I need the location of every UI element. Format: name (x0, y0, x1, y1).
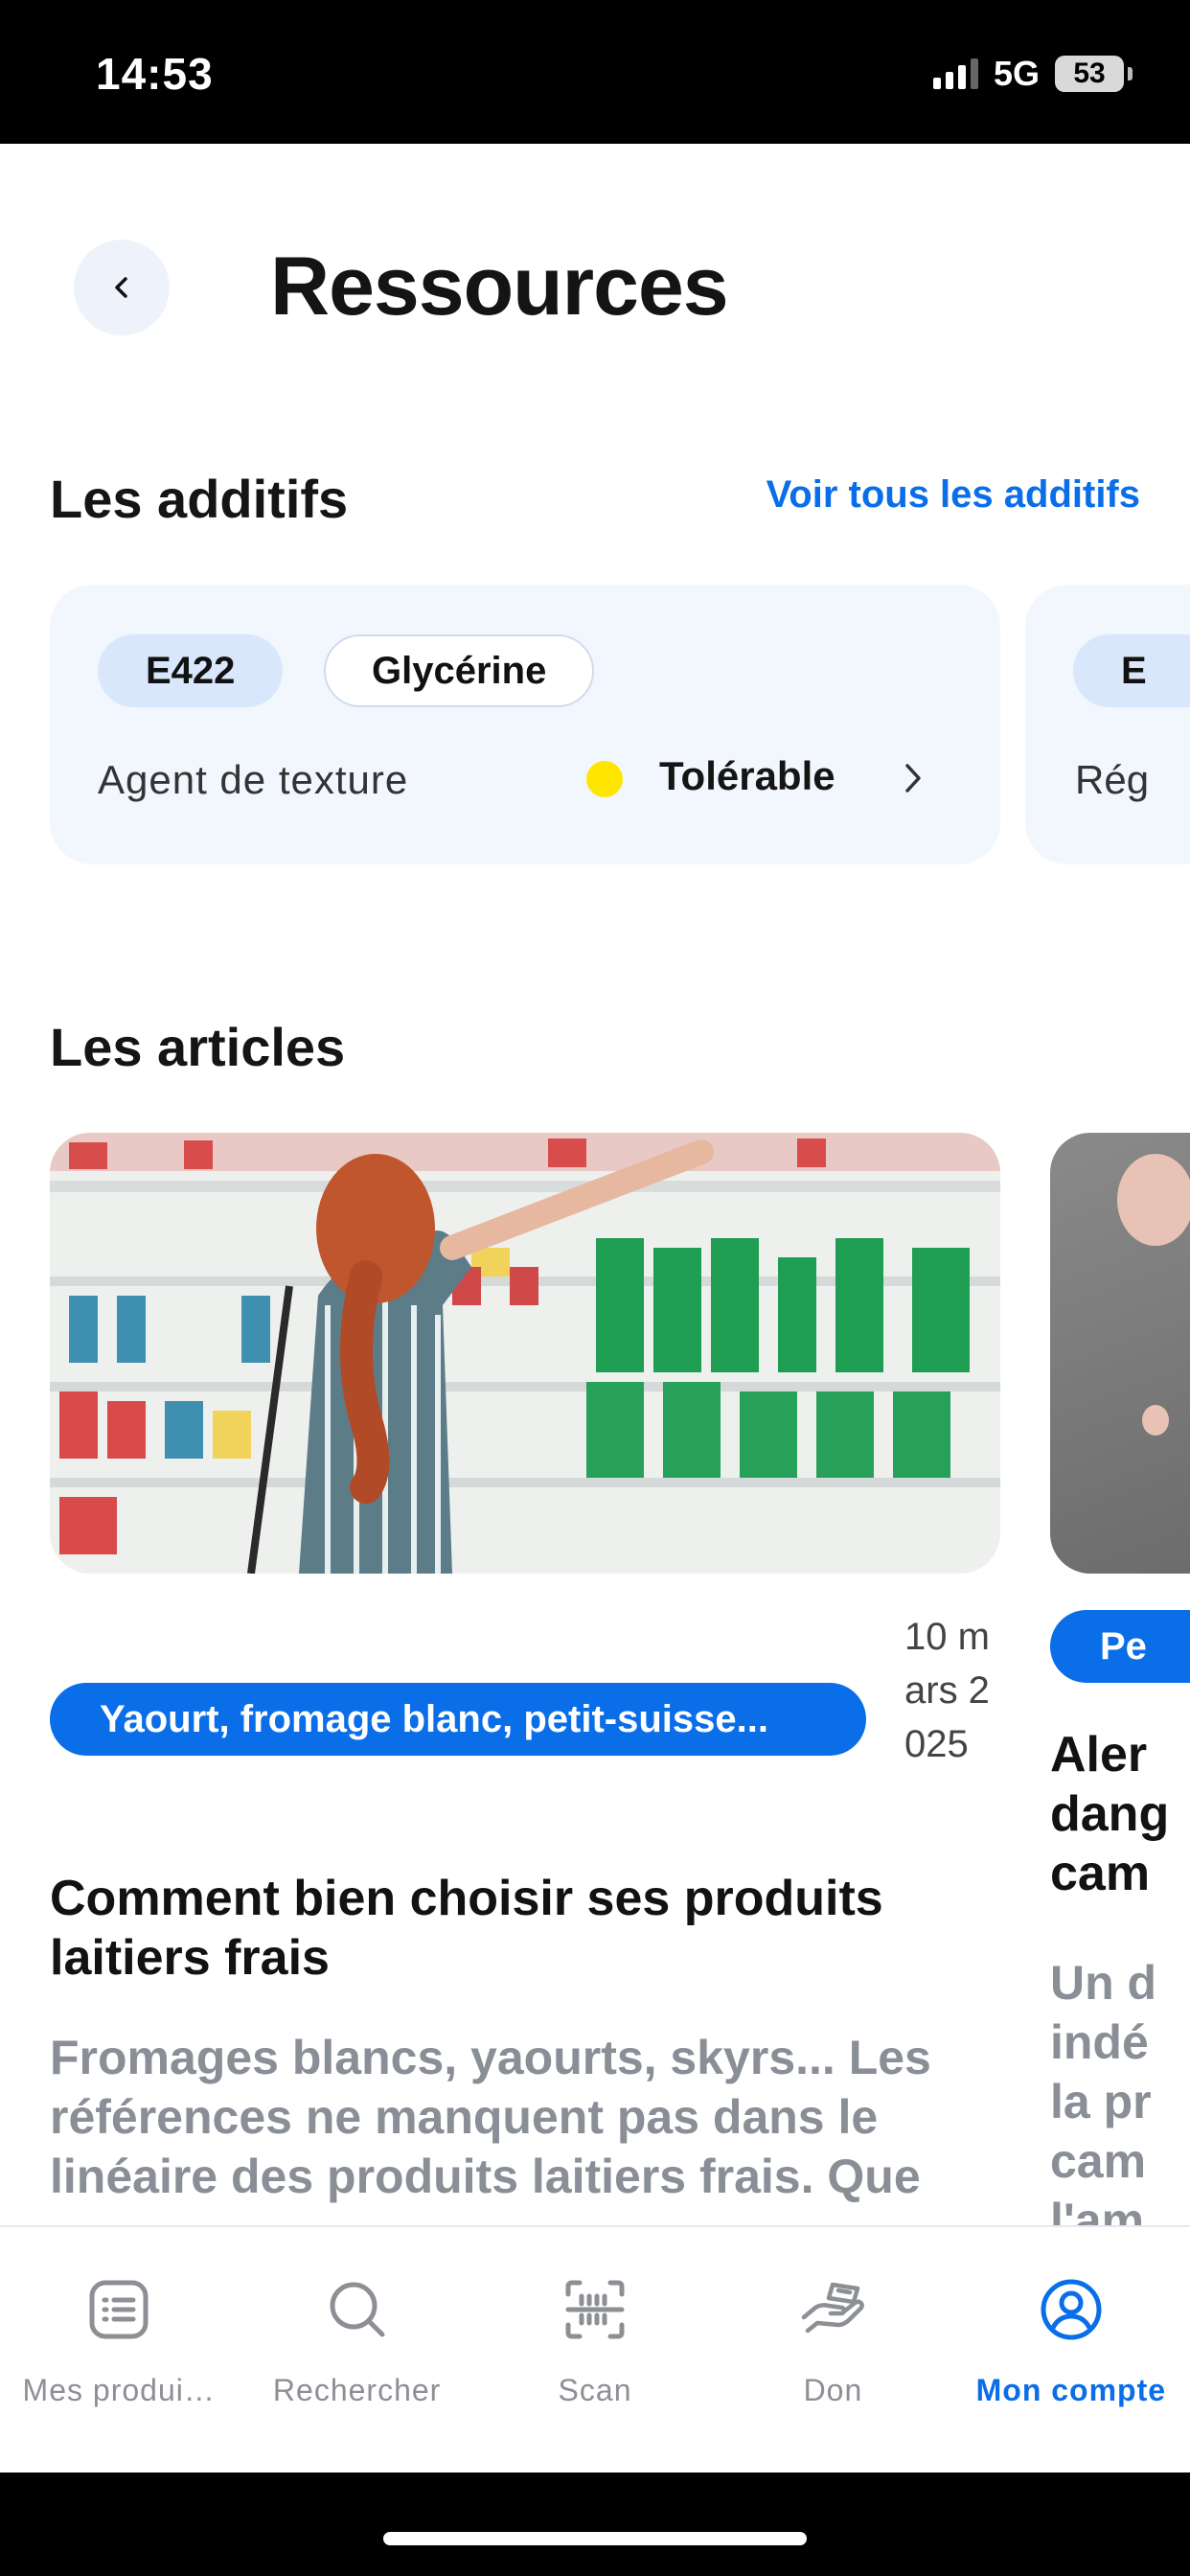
tab-search[interactable]: Rechercher (238, 2227, 475, 2472)
additive-status: Tolérable (659, 753, 835, 798)
tab-scan[interactable]: Scan (476, 2227, 714, 2472)
tab-my-account[interactable]: Mon compte (952, 2227, 1190, 2472)
back-button[interactable] (74, 240, 170, 335)
account-icon (1037, 2275, 1106, 2344)
article-category-tag[interactable]: Pe (1050, 1610, 1190, 1683)
additive-card-next[interactable]: E Rég (1025, 585, 1190, 864)
status-dot-icon (586, 761, 623, 797)
see-all-additives-link[interactable]: Voir tous les additifs (767, 473, 1140, 517)
article-excerpt: Fromages blancs, yaourts, skyrs... Les r… (50, 2031, 931, 2203)
tab-my-products[interactable]: Mes produi… (0, 2227, 238, 2472)
battery-tip (1128, 67, 1133, 80)
tab-donate[interactable]: Don (714, 2227, 951, 2472)
resources-screen: Ressources Les additifs Voir tous les ad… (0, 144, 1190, 2472)
article-excerpt: Un d indé la pr cam l'am (1050, 1956, 1157, 2247)
additive-name-chip: Glycérine (324, 634, 595, 707)
page-title: Ressources (270, 241, 729, 333)
tab-label: Mes produi… (22, 2373, 216, 2407)
supermarket-photo (50, 1133, 1000, 1574)
additive-code-chip: E422 (98, 634, 284, 707)
additives-section-title: Les additifs (50, 469, 349, 529)
article-title[interactable]: Comment bien choisir ses produits laitie… (50, 1869, 998, 1988)
battery-level: 53 (1073, 58, 1106, 89)
tab-label: Rechercher (272, 2373, 442, 2407)
article-photo-next (1117, 1154, 1190, 1436)
barcode-scan-icon (561, 2275, 629, 2344)
article-date: 10 mars 2025 (904, 1616, 990, 1765)
home-indicator[interactable] (383, 2532, 807, 2545)
additive-category: Rég (1075, 757, 1150, 802)
tab-label: Mon compte (975, 2373, 1167, 2407)
additive-category: Agent de texture (98, 757, 409, 802)
home-indicator-area (0, 2472, 1190, 2576)
article-image[interactable] (50, 1133, 1000, 1574)
chevron-left-icon (115, 277, 127, 298)
articles-section-title: Les articles (50, 1017, 346, 1077)
tab-label: Scan (558, 2373, 632, 2407)
article-title[interactable]: Aler dang cam (1050, 1725, 1190, 1903)
list-icon (84, 2275, 153, 2344)
tab-label: Don (803, 2373, 863, 2407)
bottom-tab-bar: Mes produi… Rechercher Scan Don Mon comp… (0, 2225, 1190, 2472)
status-time: 14:53 (96, 49, 214, 99)
network-type: 5G (993, 54, 1040, 93)
search-icon (323, 2275, 392, 2344)
cellular-signal-icon (932, 58, 978, 89)
additive-card[interactable]: E422 Glycérine Agent de texture Tolérabl… (50, 585, 1000, 864)
chevron-right-icon (905, 764, 921, 793)
additive-code-chip: E (1073, 634, 1190, 707)
battery-icon: 53 (1055, 56, 1124, 92)
donate-hand-icon (798, 2275, 867, 2344)
article-category-tag[interactable]: Yaourt, fromage blanc, petit-suisse... (50, 1683, 866, 1756)
article-image-next[interactable] (1050, 1133, 1190, 1574)
status-indicators: 5G 53 (932, 54, 1133, 94)
status-bar: 14:53 5G 53 (0, 0, 1190, 144)
